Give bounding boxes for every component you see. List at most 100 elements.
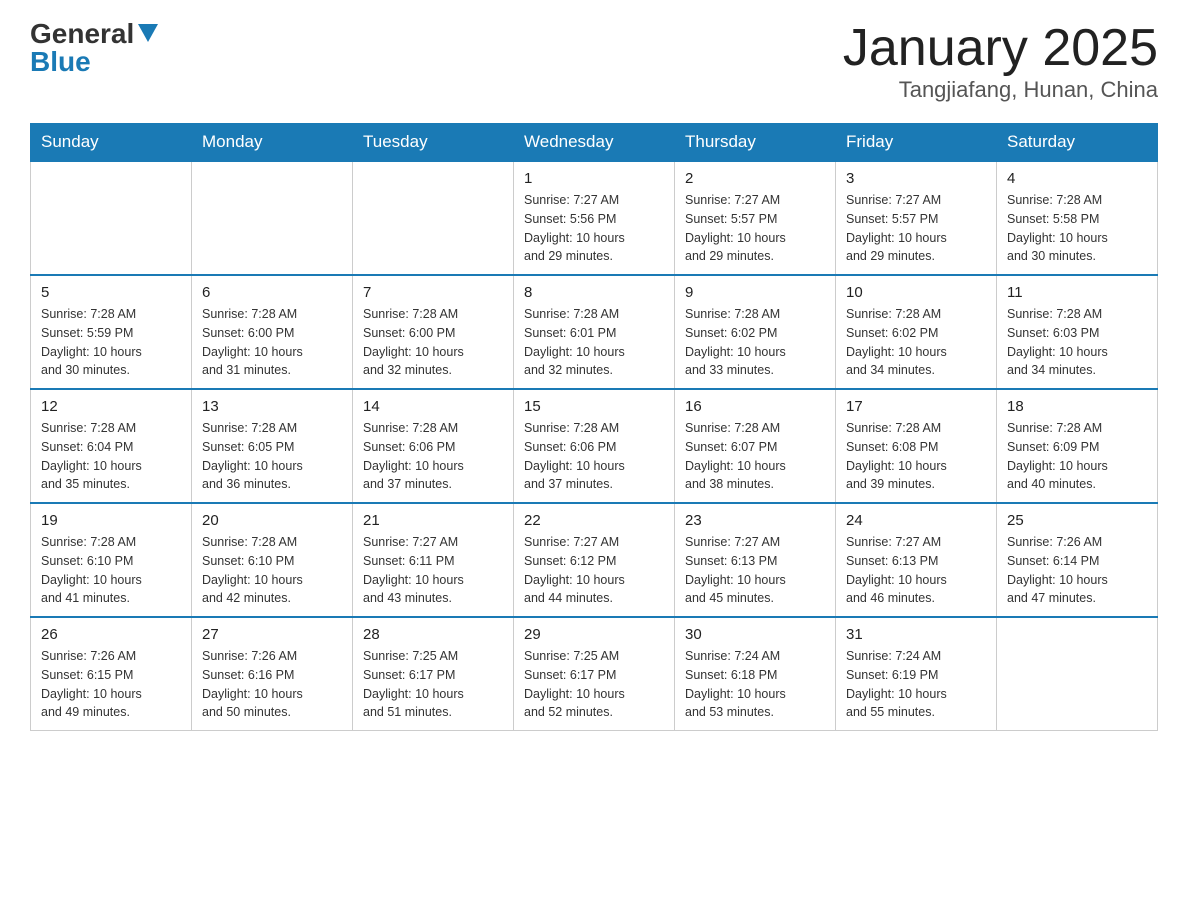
calendar-week-row: 1Sunrise: 7:27 AM Sunset: 5:56 PM Daylig…: [31, 161, 1158, 275]
day-info: Sunrise: 7:24 AM Sunset: 6:18 PM Dayligh…: [685, 647, 825, 722]
logo-blue-text: Blue: [30, 48, 91, 76]
calendar-cell: 18 Sunrise: 7:28 AM Sunset: 6:09 PM Dayli…: [997, 389, 1158, 503]
day-number: 27: [202, 626, 342, 643]
col-header-friday: Friday: [836, 124, 997, 162]
day-info: Sunrise: 7:28 AM Sunset: 6:06 PM Dayligh…: [524, 419, 664, 494]
day-number: 29: [524, 626, 664, 643]
day-info: Sunrise: 7:28 AM Sunset: 6:02 PM Dayligh…: [846, 305, 986, 380]
calendar-cell: 15 Sunrise: 7:28 AM Sunset: 6:06 PM Dayli…: [514, 389, 675, 503]
calendar-cell: 16 Sunrise: 7:28 AM Sunset: 6:07 PM Dayli…: [675, 389, 836, 503]
day-info: Sunrise: 7:27 AM Sunset: 5:57 PM Dayligh…: [846, 191, 986, 266]
day-info: Sunrise: 7:28 AM Sunset: 6:06 PM Dayligh…: [363, 419, 503, 494]
day-info: Sunrise: 7:27 AM Sunset: 6:13 PM Dayligh…: [685, 533, 825, 608]
calendar-week-row: 5 Sunrise: 7:28 AM Sunset: 5:59 PM Daylig…: [31, 275, 1158, 389]
calendar-cell: 22Sunrise: 7:27 AM Sunset: 6:12 PM Dayli…: [514, 503, 675, 617]
col-header-tuesday: Tuesday: [353, 124, 514, 162]
col-header-monday: Monday: [192, 124, 353, 162]
day-number: 13: [202, 398, 342, 415]
day-number: 21: [363, 512, 503, 529]
day-number: 20: [202, 512, 342, 529]
day-info: Sunrise: 7:28 AM Sunset: 6:09 PM Dayligh…: [1007, 419, 1147, 494]
day-number: 12: [41, 398, 181, 415]
day-info: Sunrise: 7:28 AM Sunset: 5:59 PM Dayligh…: [41, 305, 181, 380]
day-number: 19: [41, 512, 181, 529]
calendar-cell: 11 Sunrise: 7:28 AM Sunset: 6:03 PM Dayli…: [997, 275, 1158, 389]
day-number: 4: [1007, 170, 1147, 187]
calendar-cell: 23Sunrise: 7:27 AM Sunset: 6:13 PM Dayli…: [675, 503, 836, 617]
calendar-cell: 24Sunrise: 7:27 AM Sunset: 6:13 PM Dayli…: [836, 503, 997, 617]
day-number: 5: [41, 284, 181, 301]
day-info: Sunrise: 7:25 AM Sunset: 6:17 PM Dayligh…: [363, 647, 503, 722]
day-info: Sunrise: 7:28 AM Sunset: 5:58 PM Dayligh…: [1007, 191, 1147, 266]
calendar-cell: 8Sunrise: 7:28 AM Sunset: 6:01 PM Daylig…: [514, 275, 675, 389]
calendar-cell: 27 Sunrise: 7:26 AM Sunset: 6:16 PM Dayli…: [192, 617, 353, 731]
calendar-week-row: 19 Sunrise: 7:28 AM Sunset: 6:10 PM Dayli…: [31, 503, 1158, 617]
calendar-cell: 9 Sunrise: 7:28 AM Sunset: 6:02 PM Daylig…: [675, 275, 836, 389]
day-info: Sunrise: 7:25 AM Sunset: 6:17 PM Dayligh…: [524, 647, 664, 722]
calendar-cell: 6 Sunrise: 7:28 AM Sunset: 6:00 PM Daylig…: [192, 275, 353, 389]
day-number: 6: [202, 284, 342, 301]
day-info: Sunrise: 7:28 AM Sunset: 6:10 PM Dayligh…: [202, 533, 342, 608]
col-header-saturday: Saturday: [997, 124, 1158, 162]
calendar-cell: 3 Sunrise: 7:27 AM Sunset: 5:57 PM Daylig…: [836, 161, 997, 275]
day-number: 31: [846, 626, 986, 643]
day-info: Sunrise: 7:26 AM Sunset: 6:15 PM Dayligh…: [41, 647, 181, 722]
day-info: Sunrise: 7:27 AM Sunset: 5:56 PM Dayligh…: [524, 191, 664, 266]
calendar-cell: 28 Sunrise: 7:25 AM Sunset: 6:17 PM Dayli…: [353, 617, 514, 731]
calendar-week-row: 12 Sunrise: 7:28 AM Sunset: 6:04 PM Dayli…: [31, 389, 1158, 503]
day-number: 22: [524, 512, 664, 529]
day-info: Sunrise: 7:28 AM Sunset: 6:01 PM Dayligh…: [524, 305, 664, 380]
calendar-cell: 5 Sunrise: 7:28 AM Sunset: 5:59 PM Daylig…: [31, 275, 192, 389]
calendar-cell: [353, 161, 514, 275]
day-number: 10: [846, 284, 986, 301]
day-number: 3: [846, 170, 986, 187]
logo-triangle-icon: [138, 24, 158, 42]
calendar-cell: 17 Sunrise: 7:28 AM Sunset: 6:08 PM Dayli…: [836, 389, 997, 503]
day-info: Sunrise: 7:28 AM Sunset: 6:04 PM Dayligh…: [41, 419, 181, 494]
day-info: Sunrise: 7:27 AM Sunset: 6:13 PM Dayligh…: [846, 533, 986, 608]
day-number: 17: [846, 398, 986, 415]
calendar-cell: [997, 617, 1158, 731]
day-number: 18: [1007, 398, 1147, 415]
location: Tangjiafang, Hunan, China: [843, 77, 1158, 103]
day-info: Sunrise: 7:28 AM Sunset: 6:00 PM Dayligh…: [202, 305, 342, 380]
calendar-cell: 30 Sunrise: 7:24 AM Sunset: 6:18 PM Dayli…: [675, 617, 836, 731]
calendar-cell: 25Sunrise: 7:26 AM Sunset: 6:14 PM Dayli…: [997, 503, 1158, 617]
day-info: Sunrise: 7:28 AM Sunset: 6:02 PM Dayligh…: [685, 305, 825, 380]
day-info: Sunrise: 7:28 AM Sunset: 6:07 PM Dayligh…: [685, 419, 825, 494]
calendar-cell: 2Sunrise: 7:27 AM Sunset: 5:57 PM Daylig…: [675, 161, 836, 275]
day-info: Sunrise: 7:27 AM Sunset: 6:11 PM Dayligh…: [363, 533, 503, 608]
calendar-cell: [192, 161, 353, 275]
col-header-sunday: Sunday: [31, 124, 192, 162]
calendar-cell: 10 Sunrise: 7:28 AM Sunset: 6:02 PM Dayli…: [836, 275, 997, 389]
calendar-cell: 7Sunrise: 7:28 AM Sunset: 6:00 PM Daylig…: [353, 275, 514, 389]
day-info: Sunrise: 7:28 AM Sunset: 6:08 PM Dayligh…: [846, 419, 986, 494]
day-number: 15: [524, 398, 664, 415]
day-info: Sunrise: 7:28 AM Sunset: 6:10 PM Dayligh…: [41, 533, 181, 608]
day-number: 7: [363, 284, 503, 301]
day-info: Sunrise: 7:28 AM Sunset: 6:03 PM Dayligh…: [1007, 305, 1147, 380]
calendar-cell: 21 Sunrise: 7:27 AM Sunset: 6:11 PM Dayli…: [353, 503, 514, 617]
calendar-header-row: SundayMondayTuesdayWednesdayThursdayFrid…: [31, 124, 1158, 162]
calendar-cell: 31 Sunrise: 7:24 AM Sunset: 6:19 PM Dayli…: [836, 617, 997, 731]
day-number: 14: [363, 398, 503, 415]
calendar-cell: 20 Sunrise: 7:28 AM Sunset: 6:10 PM Dayli…: [192, 503, 353, 617]
calendar-table: SundayMondayTuesdayWednesdayThursdayFrid…: [30, 123, 1158, 731]
day-number: 16: [685, 398, 825, 415]
day-number: 11: [1007, 284, 1147, 301]
calendar-cell: 26Sunrise: 7:26 AM Sunset: 6:15 PM Dayli…: [31, 617, 192, 731]
day-number: 28: [363, 626, 503, 643]
day-number: 30: [685, 626, 825, 643]
calendar-cell: 13 Sunrise: 7:28 AM Sunset: 6:05 PM Dayli…: [192, 389, 353, 503]
col-header-thursday: Thursday: [675, 124, 836, 162]
page-header: General Blue January 2025 Tangjiafang, H…: [30, 20, 1158, 103]
day-info: Sunrise: 7:24 AM Sunset: 6:19 PM Dayligh…: [846, 647, 986, 722]
calendar-cell: 4 Sunrise: 7:28 AM Sunset: 5:58 PM Daylig…: [997, 161, 1158, 275]
month-title: January 2025: [843, 20, 1158, 77]
calendar-cell: [31, 161, 192, 275]
day-info: Sunrise: 7:26 AM Sunset: 6:16 PM Dayligh…: [202, 647, 342, 722]
day-info: Sunrise: 7:28 AM Sunset: 6:05 PM Dayligh…: [202, 419, 342, 494]
day-number: 9: [685, 284, 825, 301]
day-info: Sunrise: 7:27 AM Sunset: 5:57 PM Dayligh…: [685, 191, 825, 266]
title-block: January 2025 Tangjiafang, Hunan, China: [843, 20, 1158, 103]
